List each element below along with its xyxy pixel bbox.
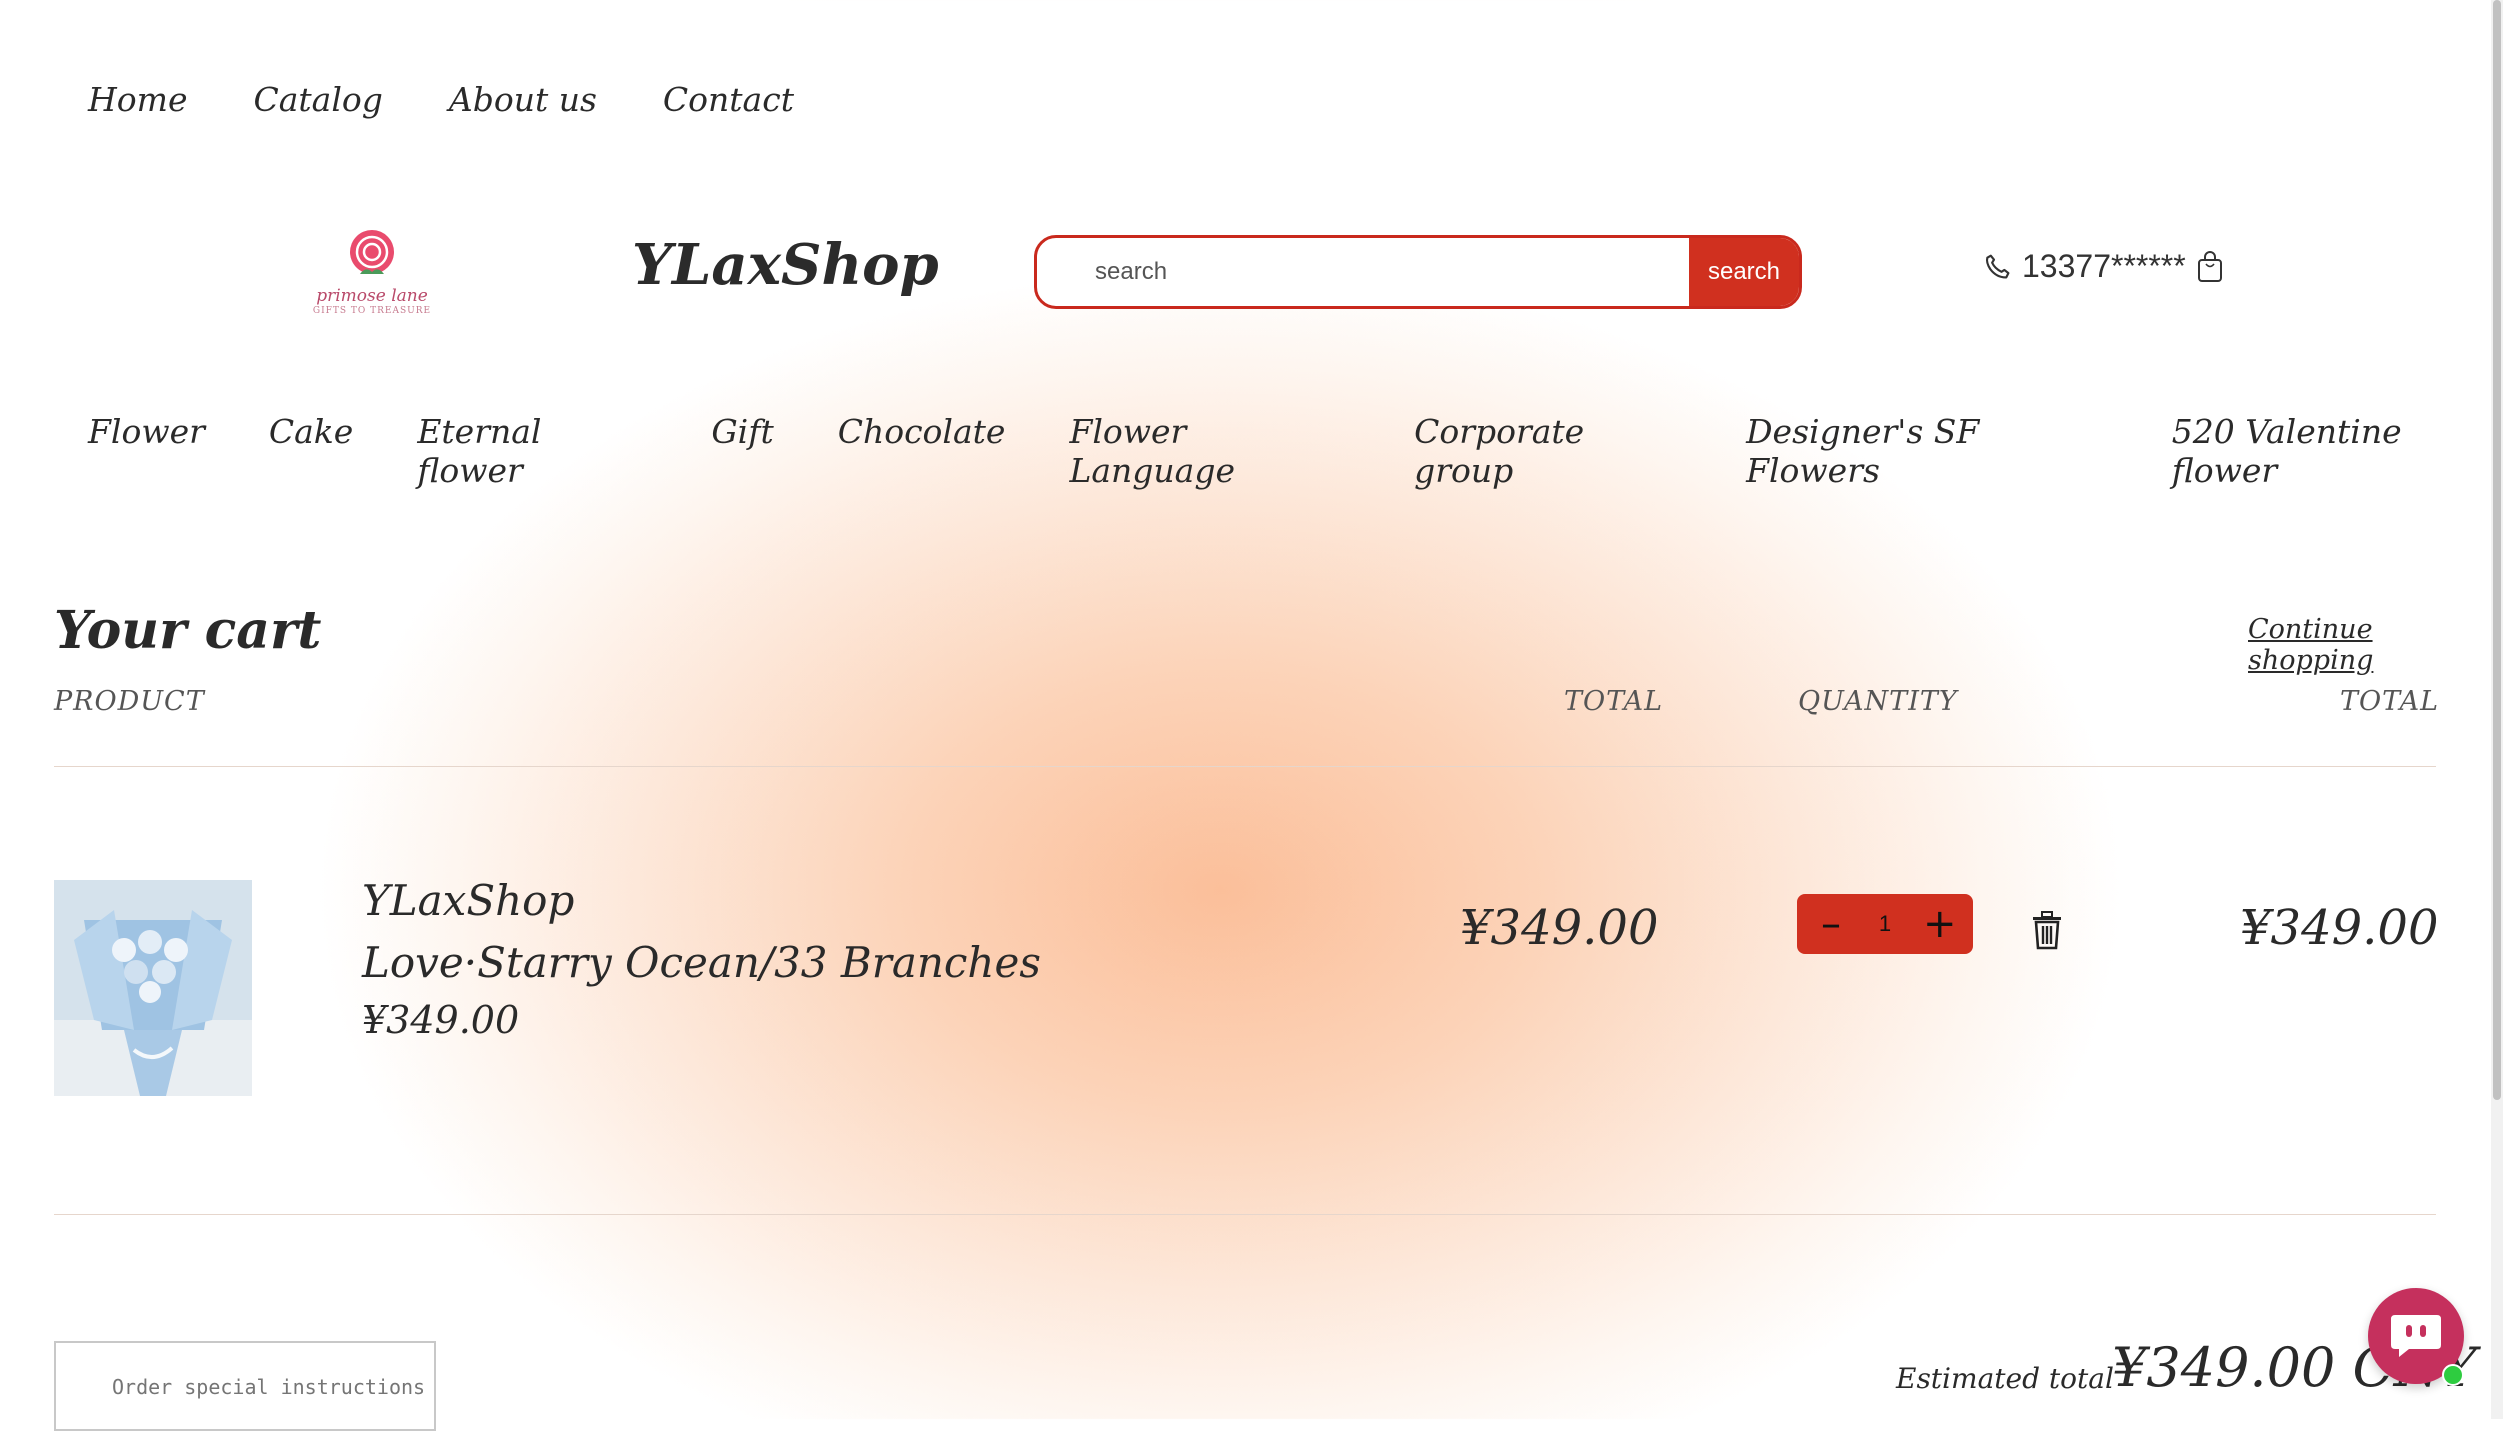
divider xyxy=(54,766,2436,767)
column-header-quantity: QUANTITY xyxy=(1798,686,1958,717)
plus-icon[interactable]: + xyxy=(1923,904,1957,944)
category-eternal-flower[interactable]: Eternal flower xyxy=(417,412,647,490)
bag-icon[interactable] xyxy=(2196,250,2224,284)
search-input[interactable] xyxy=(1037,238,1689,306)
bouquet-image xyxy=(54,880,252,1096)
category-cake[interactable]: Cake xyxy=(269,412,353,490)
estimated-total-label: Estimated total xyxy=(1896,1362,2114,1395)
line-total: ¥349.00 xyxy=(2240,900,2439,956)
logo-text: primose lane xyxy=(316,286,428,306)
quantity-stepper: – + xyxy=(1797,894,1973,954)
nav-catalog[interactable]: Catalog xyxy=(253,80,382,119)
category-flower[interactable]: Flower xyxy=(88,412,205,490)
shop-logo[interactable]: primose lane GIFTS TO TREASURE xyxy=(284,215,460,327)
divider xyxy=(54,1214,2436,1215)
category-chocolate[interactable]: Chocolate xyxy=(838,412,1006,490)
scrollbar-thumb[interactable] xyxy=(2493,0,2501,1100)
product-vendor: YLaxShop xyxy=(362,876,575,925)
quantity-input[interactable] xyxy=(1863,910,1907,938)
phone-number: 13377****** xyxy=(2022,248,2186,284)
product-price: ¥349.00 xyxy=(1460,900,1659,956)
top-nav: Home Catalog About us Contact xyxy=(88,80,794,119)
category-nav: Flower Cake Eternal flower Gift Chocolat… xyxy=(88,412,2503,490)
page-title: Your cart xyxy=(54,600,322,661)
nav-about-us[interactable]: About us xyxy=(449,80,597,119)
trash-icon[interactable] xyxy=(2030,910,2064,950)
phone-icon xyxy=(1985,254,2010,278)
category-520-valentine-flower[interactable]: 520 Valentine flower xyxy=(2172,412,2503,490)
category-flower-language[interactable]: Flower Language xyxy=(1069,412,1350,490)
continue-shopping-link[interactable]: Continue shopping xyxy=(2248,614,2503,676)
brand-name[interactable]: YLaxShop xyxy=(632,232,939,298)
column-header-price: TOTAL xyxy=(1564,686,1664,717)
product-name[interactable]: Love·Starry Ocean/33 Branches xyxy=(362,938,1041,987)
search-button[interactable]: search xyxy=(1689,238,1799,306)
search-bar: search xyxy=(1034,235,1802,309)
order-instructions-field[interactable] xyxy=(54,1341,436,1431)
nav-home[interactable]: Home xyxy=(88,80,187,119)
rose-icon xyxy=(350,230,394,274)
category-corporate-group[interactable]: Corporate group xyxy=(1414,412,1682,490)
column-header-product: PRODUCT xyxy=(54,686,205,717)
column-header-total: TOTAL xyxy=(2340,686,2440,717)
product-image[interactable] xyxy=(54,880,252,1096)
chat-icon xyxy=(2391,1315,2441,1357)
category-designers-sf-flowers[interactable]: Designer's SF Flowers xyxy=(1746,412,2108,490)
minus-icon[interactable]: – xyxy=(1815,904,1847,944)
phone-contact[interactable]: 13377****** xyxy=(1982,248,2186,285)
category-gift[interactable]: Gift xyxy=(711,412,773,490)
product-unit-price: ¥349.00 xyxy=(362,998,520,1042)
logo-subtext: GIFTS TO TREASURE xyxy=(312,306,432,316)
online-status-dot xyxy=(2442,1364,2464,1386)
nav-contact[interactable]: Contact xyxy=(663,80,794,119)
